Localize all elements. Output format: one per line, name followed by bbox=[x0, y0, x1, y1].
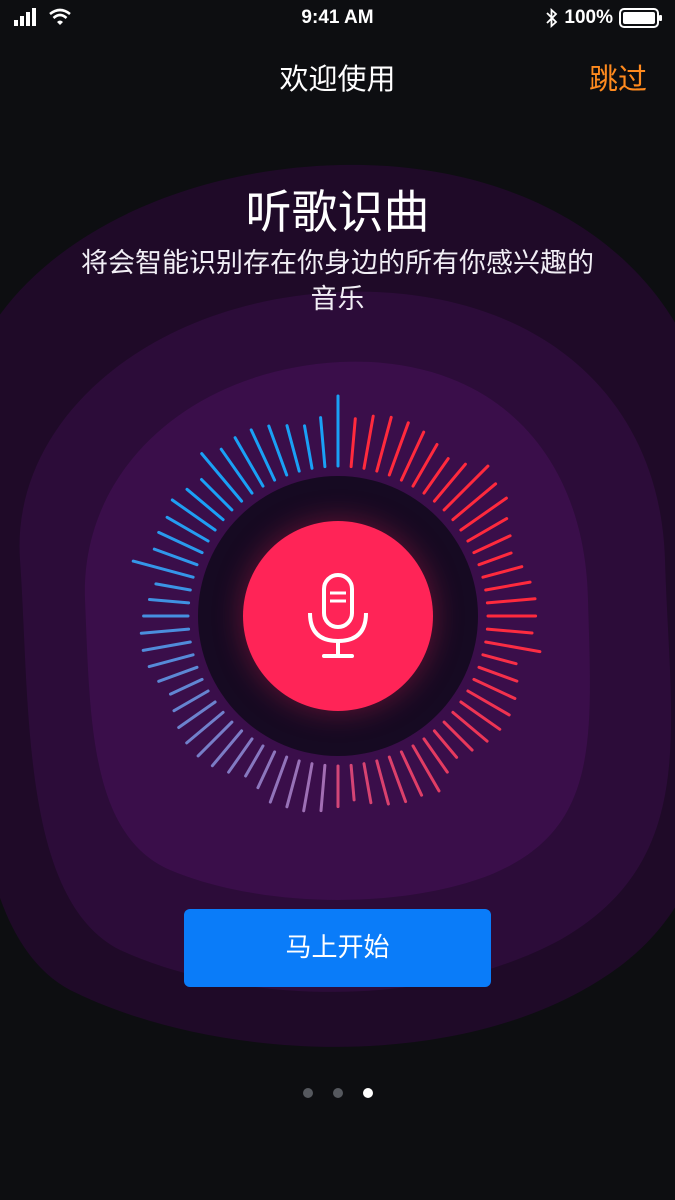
battery-icon bbox=[619, 8, 662, 28]
bluetooth-icon bbox=[546, 8, 558, 28]
battery-percentage: 100% bbox=[564, 7, 613, 28]
record-button[interactable] bbox=[243, 521, 433, 711]
page-indicator bbox=[0, 1088, 675, 1098]
status-right: 100% bbox=[546, 7, 663, 29]
microphone-icon bbox=[308, 573, 368, 658]
page-dot-2[interactable] bbox=[332, 1088, 343, 1098]
start-button[interactable]: 马上开始 bbox=[184, 909, 491, 987]
page-title: 听歌识曲 bbox=[245, 185, 430, 239]
page-dot-1[interactable] bbox=[302, 1088, 313, 1098]
nav-title: 欢迎使用 bbox=[279, 62, 396, 96]
skip-button[interactable]: 跳过 bbox=[589, 56, 647, 98]
welcome-screen: 9:41 AM 100% 欢迎使用 跳过 听歌识曲 将会智能识别存在你身边的所有… bbox=[0, 0, 675, 1200]
page-subtitle: 将会智能识别存在你身边的所有你感兴趣的音乐 bbox=[81, 248, 594, 315]
page-dot-3-active[interactable] bbox=[362, 1088, 373, 1098]
status-bar: 9:41 AM 100% bbox=[0, 0, 675, 38]
